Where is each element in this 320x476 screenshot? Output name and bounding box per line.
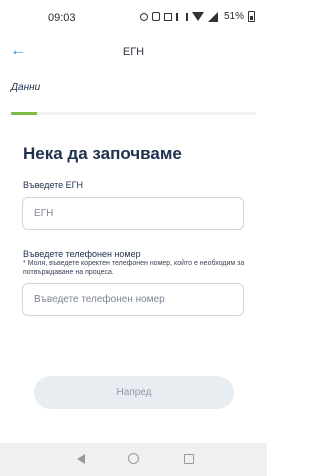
phone-input[interactable] bbox=[22, 283, 244, 316]
data-icon bbox=[163, 12, 172, 21]
status-time: 09:03 bbox=[48, 12, 76, 24]
nfc-icon bbox=[151, 12, 160, 21]
system-nav-bar bbox=[0, 443, 267, 476]
phone-label: Въведете телефонен номер bbox=[23, 249, 141, 259]
status-bar: 09:03 51% bbox=[0, 0, 267, 34]
nav-home-icon[interactable] bbox=[128, 453, 139, 464]
app-bar: ← ЕГН bbox=[0, 34, 267, 70]
tab-active-indicator bbox=[11, 112, 37, 115]
tab-progress-track bbox=[11, 112, 256, 115]
page-title: ЕГН bbox=[122, 46, 145, 58]
next-button[interactable]: Напред bbox=[34, 376, 234, 409]
tab-data[interactable]: Данни bbox=[11, 82, 40, 93]
phone-hint: * Моля, въведете коректен телефонен номе… bbox=[23, 260, 245, 276]
nav-back-icon[interactable] bbox=[77, 454, 85, 464]
egn-input[interactable] bbox=[22, 197, 244, 230]
battery-percentage: 51% bbox=[223, 11, 244, 22]
alarm-icon bbox=[139, 12, 148, 21]
form-heading: Нека да започваме bbox=[23, 144, 182, 163]
vibrate-icon bbox=[175, 12, 188, 21]
status-icons: 51% bbox=[139, 11, 255, 22]
wifi-icon bbox=[191, 12, 204, 21]
egn-label: Въведете ЕГН bbox=[23, 180, 83, 190]
nav-recents-icon[interactable] bbox=[184, 454, 194, 464]
signal-icon bbox=[207, 11, 218, 22]
battery-icon bbox=[248, 11, 255, 22]
